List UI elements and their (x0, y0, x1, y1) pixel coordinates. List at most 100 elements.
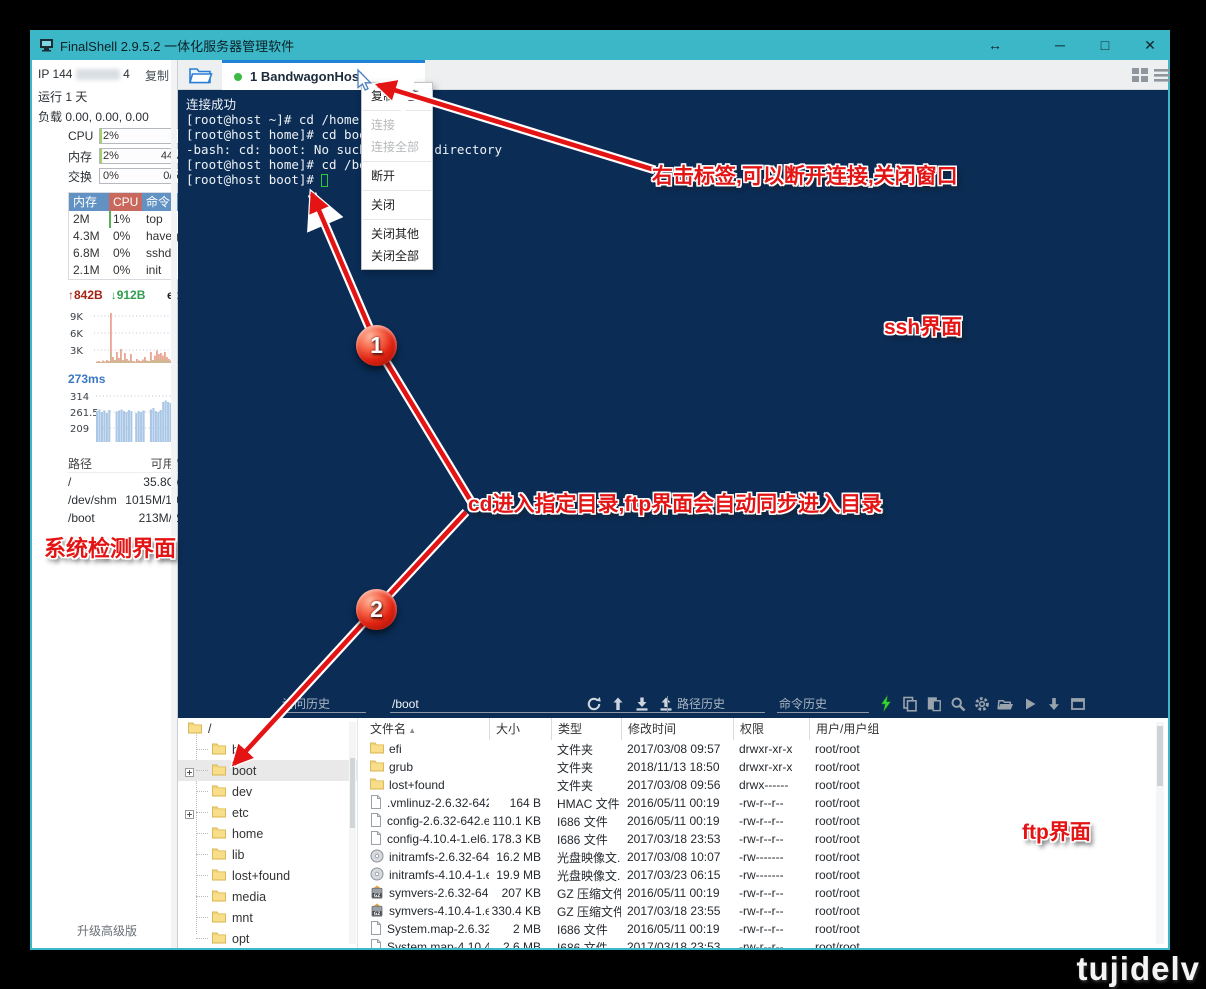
folder-icon (212, 847, 226, 863)
context-menu-item[interactable]: 复制标签 (362, 85, 432, 107)
menu-separator (363, 219, 431, 220)
sidebar-scrollbar[interactable] (171, 60, 177, 948)
window-title: FinalShell 2.9.5.2 一体化服务器管理软件 (60, 36, 294, 55)
file-row[interactable]: System.map-4.10.4-1... 2.6 MBI686 文件2017… (364, 938, 1168, 948)
minimize-button[interactable]: ─ (1043, 37, 1077, 53)
annotation-ssh-label: ssh界面 (884, 311, 962, 341)
terminal-line: [root@host home]# cd /boot (186, 157, 502, 172)
download-icon[interactable] (633, 695, 650, 712)
sort-asc-icon: ▲ (406, 726, 416, 735)
file-col-header[interactable]: 用户/用户组 (809, 718, 1168, 740)
context-menu-item[interactable]: 断开 (362, 165, 432, 187)
copy-ip-button[interactable]: 复制 (145, 67, 169, 84)
disc-file-icon (370, 849, 389, 866)
file-row[interactable]: System.map-2.6.32-6... 2 MBI686 文件2016/0… (364, 920, 1168, 938)
lightning-icon[interactable] (877, 695, 894, 712)
file-file-icon (370, 939, 387, 949)
annotation-system-label: 系统检测界面 (44, 531, 176, 563)
toolbar-separator (667, 696, 668, 712)
folder-icon (188, 721, 202, 737)
window-icon[interactable] (1069, 695, 1086, 712)
tree-scrollbar[interactable] (349, 722, 356, 944)
maximize-button[interactable]: □ (1088, 37, 1122, 53)
tree-item-boot[interactable]: boot (178, 760, 357, 781)
file-col-header[interactable]: 类型 (551, 718, 621, 740)
tree-item-bin[interactable]: bin (178, 739, 357, 760)
file-row[interactable]: initramfs-2.6.32-642.e... 16.2 MB光盘映像文..… (364, 848, 1168, 866)
grid-view-icon[interactable] (1132, 68, 1149, 83)
process-col-header[interactable]: 内存 (69, 193, 109, 211)
folder-icon (212, 889, 226, 905)
tree-item-etc[interactable]: etc (178, 802, 357, 823)
window-border-bottom (30, 948, 1170, 950)
open-folder-icon[interactable] (997, 695, 1014, 712)
tree-item--[interactable]: / (178, 718, 357, 739)
tree-item-media[interactable]: media (178, 886, 357, 907)
disc-file-icon (370, 867, 389, 884)
play-icon[interactable] (1021, 695, 1038, 712)
tree-item-home[interactable]: home (178, 823, 357, 844)
upload-rate: ↑842B (68, 288, 103, 302)
process-col-header[interactable]: CPU (109, 193, 142, 211)
folder-icon (212, 784, 226, 800)
svg-text:6K: 6K (70, 329, 83, 340)
folder-icon (212, 931, 226, 947)
hamburger-menu-icon[interactable] (1154, 68, 1171, 83)
file-col-header[interactable]: 修改时间 (621, 718, 733, 740)
terminal-line: [root@host home]# cd boot (186, 127, 502, 142)
gz-file-icon: GZ (370, 885, 389, 902)
search-icon[interactable] (949, 695, 966, 712)
gear-icon[interactable] (973, 695, 990, 712)
open-connection-folder-button[interactable] (188, 65, 214, 86)
svg-text:9K: 9K (70, 312, 83, 323)
tree-item-lost-found[interactable]: lost+found (178, 865, 357, 886)
upgrade-link[interactable]: 升级高级版 (77, 922, 137, 939)
close-button[interactable]: ✕ (1133, 37, 1167, 54)
file-row[interactable]: grub 文件夹2018/11/13 18:50drwxr-xr-xroot/r… (364, 758, 1168, 776)
down-icon[interactable] (1045, 695, 1062, 712)
file-col-header[interactable]: 大小 (489, 718, 551, 740)
folder-file-icon (370, 777, 389, 793)
context-menu-item[interactable]: 关闭 (362, 194, 432, 216)
terminal-output: 连接成功[root@host ~]# cd /home[root@host ho… (186, 97, 502, 187)
tree-scrollbar-thumb[interactable] (350, 758, 355, 828)
svg-text:314: 314 (70, 392, 89, 403)
tree-item-opt[interactable]: opt (178, 928, 357, 948)
file-file-icon (370, 813, 387, 830)
context-menu-item[interactable]: 关闭其他 (362, 223, 432, 245)
terminal-line: [root@host ~]# cd /home (186, 112, 502, 127)
tree-item-dev[interactable]: dev (178, 781, 357, 802)
file-file-icon (370, 831, 387, 848)
up-icon[interactable] (609, 695, 626, 712)
menu-separator (363, 110, 431, 111)
path-history-input[interactable]: 路径历史 (675, 695, 765, 713)
expand-icon[interactable] (185, 808, 194, 822)
annotation-ftp-label: ftp界面 (1022, 816, 1091, 846)
ip-redacted-blur (76, 69, 120, 80)
file-row[interactable]: GZsymvers-2.6.32-642.el... 207 KBGZ 压缩文件… (364, 884, 1168, 902)
context-menu-item[interactable]: 关闭全部 (362, 245, 432, 267)
terminal-line: [root@host boot]# (186, 172, 502, 187)
paste-icon[interactable] (925, 695, 942, 712)
command-history-input[interactable]: 命令历史 (777, 695, 869, 713)
file-row[interactable]: .vmlinuz-2.6.32-642.el... 164 BHMAC 文件20… (364, 794, 1168, 812)
expand-icon[interactable] (185, 766, 194, 780)
file-row[interactable]: lost+found 文件夹2017/03/08 09:56drwx------… (364, 776, 1168, 794)
visit-history-input[interactable]: 访问历史 (280, 695, 366, 713)
file-list-scrollbar-thumb[interactable] (1157, 726, 1163, 786)
ping-latency-label: 273ms (68, 372, 105, 386)
tree-item-mnt[interactable]: mnt (178, 907, 357, 928)
copy-icon[interactable] (901, 695, 918, 712)
file-row[interactable]: initramfs-4.10.4-1.el6.... 19.9 MB光盘映像文.… (364, 866, 1168, 884)
upload-icon[interactable] (657, 695, 674, 712)
directory-tree: /binbootdevetchomeliblost+foundmediamnto… (178, 718, 358, 948)
step-badge-2: 2 (356, 589, 397, 630)
tree-item-lib[interactable]: lib (178, 844, 357, 865)
file-col-header[interactable]: 权限 (733, 718, 809, 740)
file-row[interactable]: efi 文件夹2017/03/08 09:57drwxr-xr-xroot/ro… (364, 740, 1168, 758)
file-row[interactable]: GZsymvers-4.10.4-1.el6.... 330.4 KBGZ 压缩… (364, 902, 1168, 920)
file-col-header[interactable]: 文件名 ▲ (364, 718, 489, 740)
file-list-header[interactable]: 文件名 ▲大小类型修改时间权限用户/用户组 (364, 718, 1168, 740)
refresh-icon[interactable] (585, 695, 602, 712)
resize-arrows-icon[interactable]: ↔ (978, 37, 1012, 53)
